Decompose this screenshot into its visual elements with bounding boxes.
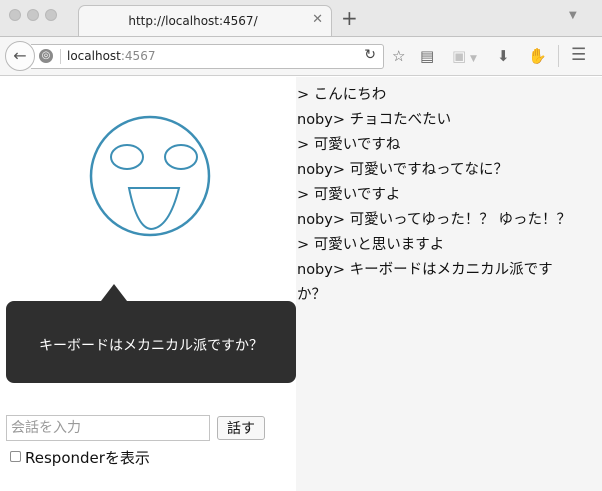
- log-line: noby> チョコたべたい: [297, 112, 452, 128]
- speech-bubble: キーボードはメカニカル派ですか？: [6, 284, 296, 383]
- screenshot-menu-chevron-icon[interactable]: ▼: [470, 50, 477, 68]
- close-tab-icon[interactable]: ✕: [312, 12, 323, 27]
- log-line: > こんにちわ: [297, 87, 387, 103]
- menu-hamburger-icon[interactable]: ☰: [571, 46, 586, 64]
- right-eye: [164, 144, 198, 170]
- nav-toolbar: ◎ localhost:4567 ↻ ← ☆ ▤ ▣ ▼ ⬇ ✋ ☰: [0, 36, 602, 76]
- conversation-log: > こんにちわ noby> チョコたべたい > 可愛いですね noby> 可愛い…: [296, 77, 602, 491]
- reload-icon[interactable]: ↻: [364, 47, 376, 63]
- back-button[interactable]: ←: [5, 41, 35, 71]
- log-line: noby> キーボードはメカニカル派です: [297, 262, 553, 278]
- toolbar-divider: [558, 45, 559, 67]
- browser-tab[interactable]: http://localhost:4567/ ✕: [78, 5, 332, 37]
- hand-icon[interactable]: ✋: [528, 47, 547, 65]
- log-line: noby> 可愛いってゆった！？ ゆった！？: [297, 212, 571, 228]
- new-tab-button[interactable]: +: [341, 6, 358, 30]
- screenshot-icon[interactable]: ▣: [452, 47, 466, 65]
- message-input[interactable]: [6, 415, 210, 441]
- left-eye: [110, 144, 144, 170]
- send-button[interactable]: 話す: [217, 416, 265, 440]
- tab-bar: http://localhost:4567/ ✕ + ▼: [0, 0, 602, 37]
- log-line: > 可愛いですね: [297, 137, 401, 153]
- url-divider: [60, 49, 61, 64]
- log-line: noby> 可愛いですねってなに？: [297, 162, 508, 178]
- smiley-face-icon: [89, 115, 211, 237]
- minimize-window-button[interactable]: [27, 9, 39, 21]
- face-outline: [89, 115, 211, 237]
- log-line: > 可愛いと思いますよ: [297, 237, 445, 253]
- url-port: :4567: [120, 49, 156, 63]
- bookmark-star-icon[interactable]: ☆: [392, 47, 405, 65]
- globe-icon: ◎: [39, 49, 53, 63]
- speech-bubble-text: キーボードはメカニカル派ですか？: [39, 338, 263, 354]
- url-host: localhost: [67, 49, 121, 63]
- url-bar[interactable]: ◎ localhost:4567 ↻: [31, 44, 384, 69]
- url-text[interactable]: localhost:4567: [67, 49, 155, 63]
- log-line: > 可愛いですよ: [297, 187, 401, 203]
- reading-list-icon[interactable]: ▤: [420, 47, 434, 65]
- close-window-button[interactable]: [9, 9, 21, 21]
- back-arrow-icon: ←: [13, 46, 27, 65]
- mouth: [127, 187, 181, 231]
- tab-title: http://localhost:4567/: [128, 14, 258, 28]
- responder-label[interactable]: Responderを表示: [25, 447, 150, 468]
- log-line: か？: [297, 287, 326, 303]
- tab-list-chevron-icon[interactable]: ▼: [569, 10, 577, 21]
- responder-checkbox[interactable]: [10, 451, 21, 462]
- page-content: キーボードはメカニカル派ですか？ 話す Responderを表示 > こんにちわ…: [0, 77, 602, 491]
- zoom-window-button[interactable]: [45, 9, 57, 21]
- download-icon[interactable]: ⬇: [497, 47, 510, 65]
